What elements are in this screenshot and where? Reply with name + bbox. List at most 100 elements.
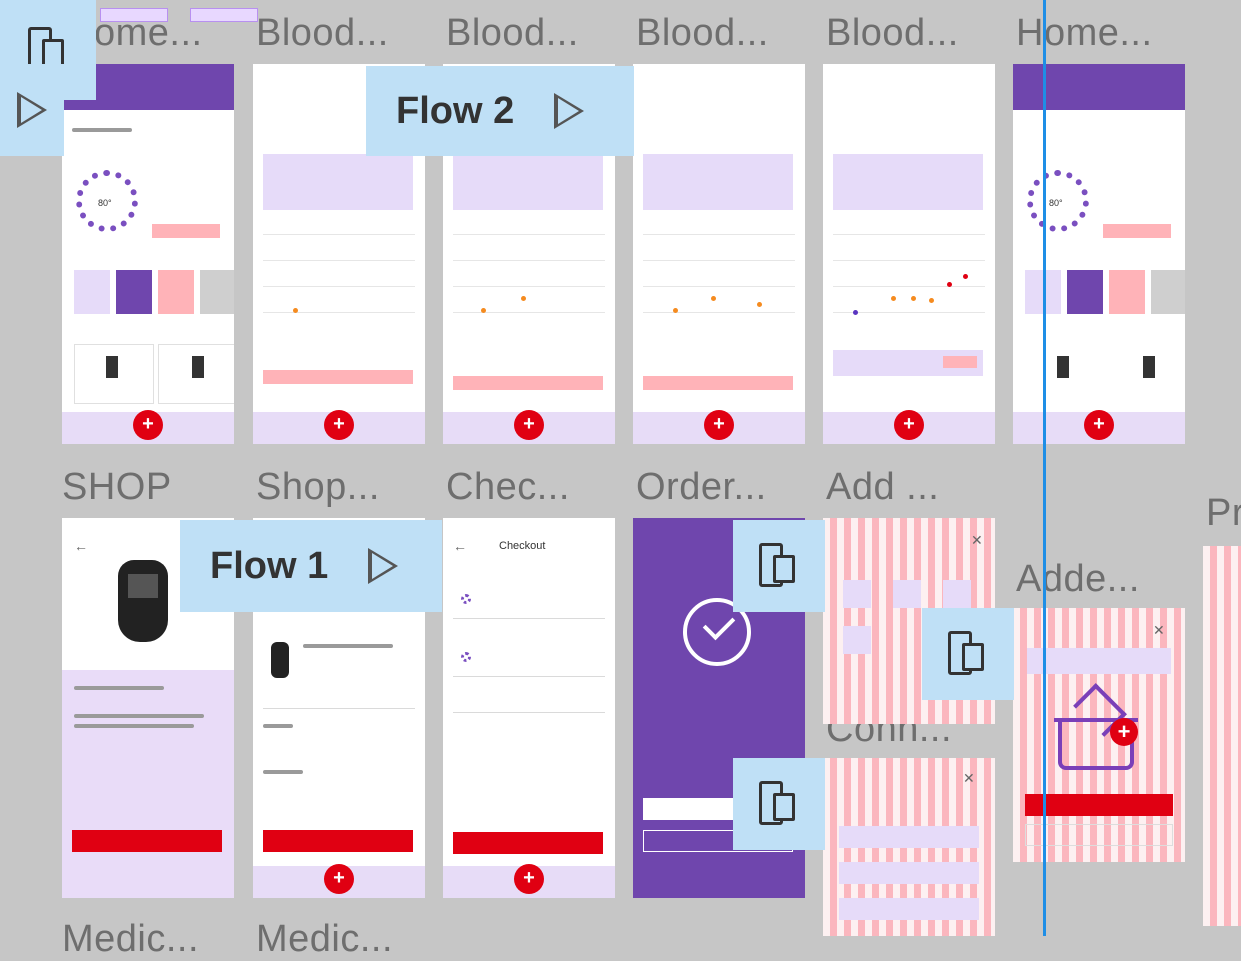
metric-tile[interactable] [116,270,152,314]
cta-bar[interactable] [1103,224,1171,238]
reading-card [833,154,983,210]
back-arrow-icon[interactable]: ← [74,538,88,554]
continue-button[interactable] [1025,824,1173,846]
close-icon[interactable]: ✕ [1153,622,1165,639]
bottom-nav[interactable] [443,864,615,898]
frame-title[interactable]: Pr [1206,492,1241,535]
device-preview-button[interactable] [922,608,1014,700]
divider [453,712,605,713]
flow-name: Flow 1 [210,544,329,587]
metric-tile[interactable] [1109,270,1145,314]
device-preview-icon [948,631,988,677]
add-reading-bar[interactable] [263,370,413,384]
add-fab[interactable] [324,410,354,440]
frame-title[interactable]: Blood... [636,12,769,55]
metric-tile[interactable] [74,270,110,314]
bottom-nav[interactable] [62,410,234,444]
home-frame[interactable]: 80° [1013,64,1185,444]
radio[interactable] [461,652,471,662]
cta-bar[interactable] [152,224,220,238]
gridline [263,286,415,287]
add-reading-bar[interactable] [453,376,603,390]
cta-chip[interactable] [943,356,977,368]
add-fab[interactable] [1084,410,1114,440]
metric-tile[interactable] [158,270,194,314]
option-tile[interactable] [943,580,971,608]
device-preview-icon [759,781,799,827]
add-to-cart-button[interactable] [72,830,222,852]
frame-title[interactable]: Blood... [826,12,959,55]
flow-start-button[interactable] [0,64,64,156]
device-preview-button[interactable] [733,758,825,850]
device-preview-button[interactable] [733,520,825,612]
frame-title[interactable]: Order... [636,466,767,509]
bottom-nav[interactable] [1013,410,1185,444]
metric-tile[interactable] [200,270,234,314]
option-button[interactable] [839,826,979,848]
flow-label[interactable]: Flow 2 [366,66,634,156]
close-icon[interactable]: ✕ [971,532,983,549]
gridline [263,312,415,313]
frame-title[interactable]: SHOP [62,466,172,509]
add-fab[interactable] [514,410,544,440]
frame-title[interactable]: Shop... [256,466,380,509]
gridline [643,286,795,287]
text-placeholder [263,724,293,728]
back-arrow-icon[interactable]: ← [453,538,467,554]
radio[interactable] [461,594,471,604]
frame-title[interactable]: Blood... [256,12,389,55]
text-placeholder [74,724,194,728]
add-fab[interactable] [133,410,163,440]
gridline [643,312,795,313]
option-tile[interactable] [843,580,871,608]
success-banner [1027,648,1171,674]
add-fab[interactable] [894,410,924,440]
flow-label[interactable]: Flow 1 [180,520,442,612]
play-icon [368,548,399,584]
frame-title[interactable]: Chec... [446,466,570,509]
option-tile[interactable] [893,580,921,608]
frame-title[interactable]: Medic... [62,918,199,961]
option-button[interactable] [839,862,979,884]
checkout-frame[interactable]: ← Checkout [443,518,615,898]
gridline [453,286,605,287]
blood-glucose-frame[interactable] [823,64,995,444]
cart-item-image [271,642,289,678]
connect-frame[interactable]: ✕ [823,758,995,936]
frame-title[interactable]: Adde... [1016,558,1140,601]
product-list-frame[interactable] [1203,546,1241,926]
metric-tile[interactable] [1067,270,1103,314]
text-placeholder [72,128,132,132]
chart-point [711,296,716,301]
view-cart-button[interactable] [1025,794,1173,816]
option-button[interactable] [839,898,979,920]
frame-title[interactable]: ome... [94,12,203,55]
gridline [453,260,605,261]
frame-title[interactable]: Add ... [826,466,939,509]
add-fab[interactable] [514,864,544,894]
metric-tile[interactable] [1151,270,1185,314]
bottom-nav[interactable] [633,410,805,444]
bottom-nav[interactable] [253,864,425,898]
pay-button[interactable] [453,832,603,854]
option-tile[interactable] [843,626,871,654]
add-fab[interactable] [704,410,734,440]
gridline [833,286,985,287]
bottom-nav[interactable] [823,410,995,444]
frame-title[interactable]: Medic... [256,918,393,961]
frame-title[interactable]: Home... [1016,12,1153,55]
product-image [118,560,168,642]
bottom-nav[interactable] [443,410,615,444]
product-details [62,670,234,898]
blood-glucose-frame[interactable] [633,64,805,444]
bottom-nav[interactable] [253,410,425,444]
checkout-button[interactable] [263,830,413,852]
add-fab[interactable] [324,864,354,894]
close-icon[interactable]: ✕ [963,770,975,787]
play-icon [554,93,585,129]
chart-point [911,296,916,301]
home-frame[interactable]: 80° [62,64,234,444]
frame-title[interactable]: Blood... [446,12,579,55]
chart-point [947,282,952,287]
add-reading-bar[interactable] [643,376,793,390]
